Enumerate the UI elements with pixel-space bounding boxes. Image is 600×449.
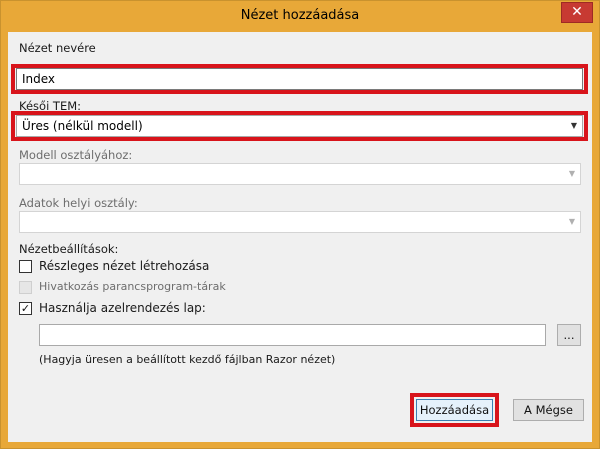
- partial-view-checkbox[interactable]: [19, 260, 32, 273]
- layout-page-input[interactable]: [39, 324, 546, 346]
- partial-view-label[interactable]: Részleges nézet létrehozása: [39, 259, 209, 273]
- chevron-down-icon: ▼: [568, 217, 575, 226]
- close-icon: ✕: [571, 4, 583, 20]
- reference-scripts-checkbox[interactable]: [19, 281, 32, 294]
- title-bar[interactable]: Nézet hozzáadása ✕: [1, 1, 599, 32]
- add-button[interactable]: Hozzáadása: [416, 399, 493, 421]
- cancel-button[interactable]: A Mégse: [513, 399, 584, 421]
- template-select[interactable]: Üres (nélkül modell) ▼: [16, 115, 583, 137]
- close-button[interactable]: ✕: [561, 2, 593, 23]
- browse-button[interactable]: ...: [557, 324, 581, 346]
- model-class-label: Modell osztályához:: [19, 148, 133, 162]
- chevron-down-icon: ▼: [568, 169, 575, 178]
- model-class-select[interactable]: ▼: [19, 163, 581, 185]
- template-selected-value: Üres (nélkül modell): [22, 119, 143, 133]
- chevron-down-icon: ▼: [570, 121, 577, 130]
- view-options-label: Nézetbeállítások:: [19, 242, 119, 256]
- data-context-label: Adatok helyi osztály:: [19, 196, 138, 210]
- data-context-select[interactable]: ▼: [19, 211, 581, 233]
- dialog-title: Nézet hozzáadása: [240, 8, 360, 23]
- view-name-input[interactable]: Index: [16, 68, 583, 90]
- checkmark-icon: ✓: [20, 302, 31, 315]
- view-name-label: Nézet nevére: [19, 41, 96, 55]
- add-view-dialog: Nézet hozzáadása ✕ Nézet nevére Index Ké…: [0, 0, 600, 449]
- use-layout-checkbox[interactable]: ✓: [19, 302, 32, 315]
- dialog-body: Nézet nevére Index Késői TEM: Üres (nélk…: [8, 32, 592, 442]
- layout-hint: (Hagyja üresen a beállított kezdő fájlba…: [39, 353, 336, 366]
- reference-scripts-label: Hivatkozás parancsprogram-tárak: [39, 280, 226, 293]
- use-layout-label[interactable]: Használja azelrendezés lap:: [39, 301, 206, 315]
